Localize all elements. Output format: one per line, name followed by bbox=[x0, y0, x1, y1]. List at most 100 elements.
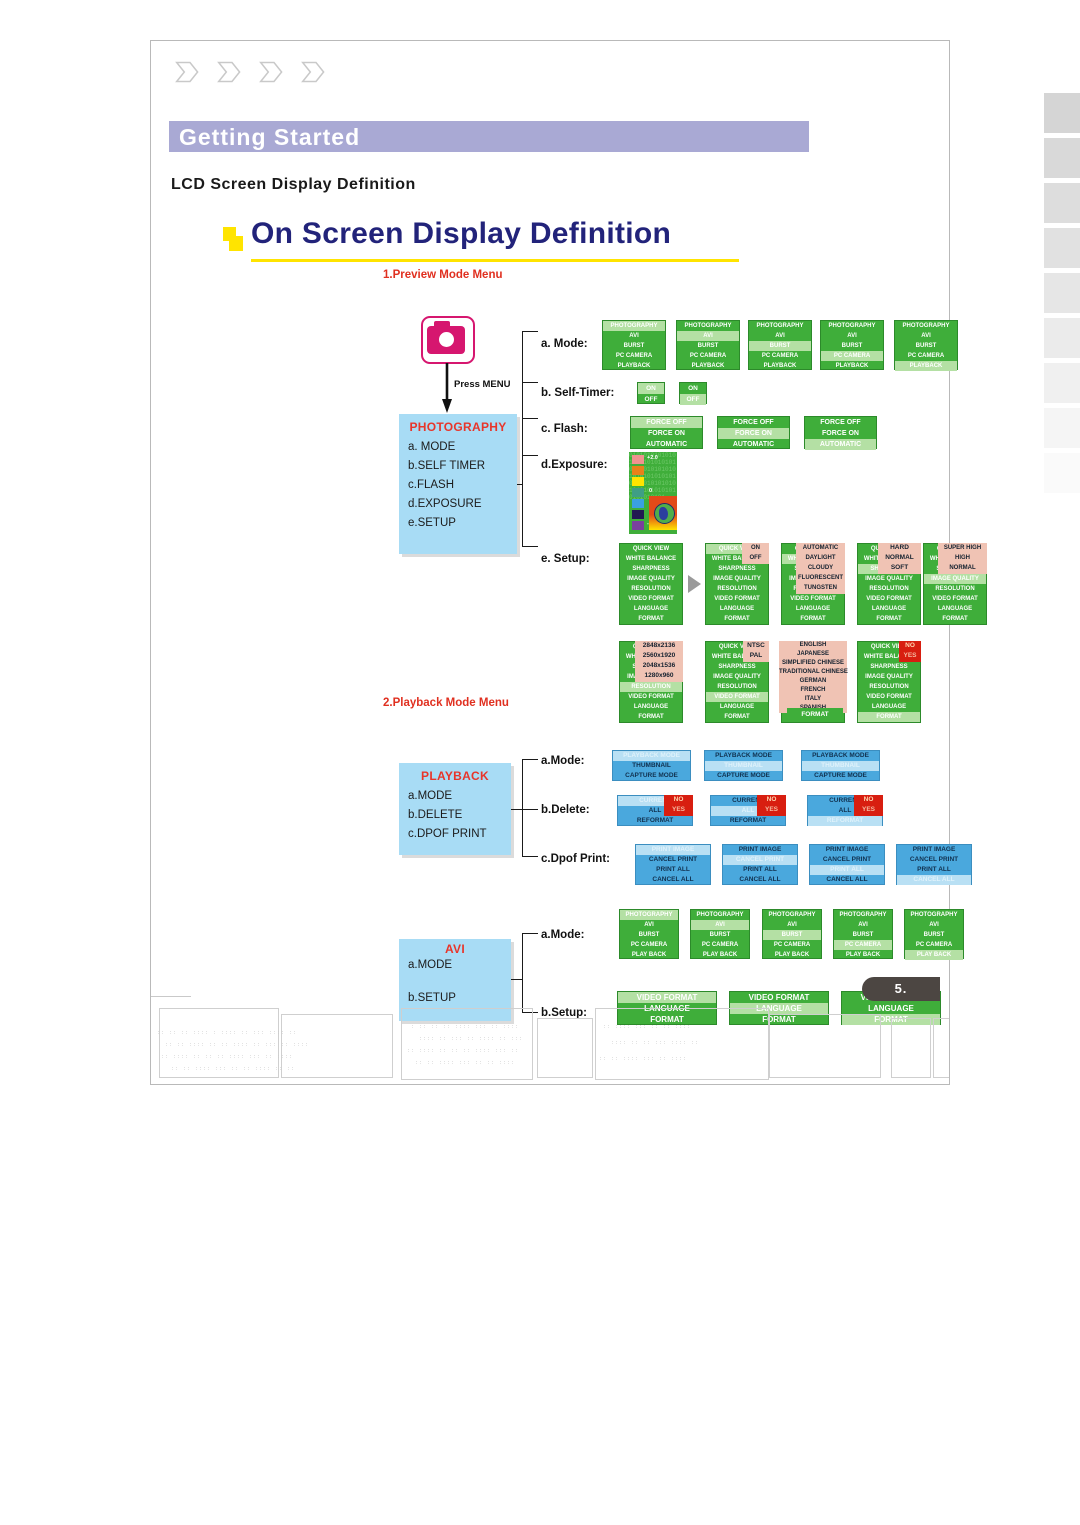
menu-item[interactable]: RESOLUTION bbox=[620, 584, 682, 594]
menu-item[interactable]: BURST bbox=[749, 341, 811, 351]
list-item[interactable]: d.EXPOSURE bbox=[408, 495, 517, 514]
side-tab[interactable] bbox=[1044, 408, 1080, 448]
menu-item[interactable]: AUTOMATIC bbox=[805, 439, 876, 450]
language-submenu[interactable]: ENGLISH JAPANESE SIMPLIFIED CHINESE TRAD… bbox=[779, 641, 848, 713]
menu-item[interactable]: TRADITIONAL CHINESE bbox=[779, 668, 848, 677]
menu-item[interactable]: SIMPLIFIED CHINESE bbox=[779, 659, 847, 668]
playback-mode-panel[interactable]: PLAYBACK MODE THUMBNAIL CAPTURE MODE bbox=[612, 750, 691, 781]
menu-item[interactable]: LANGUAGE bbox=[620, 604, 682, 614]
menu-item[interactable]: PC CAMERA bbox=[620, 940, 678, 950]
videoformat-submenu[interactable]: NTSC PAL bbox=[743, 641, 769, 662]
menu-item[interactable]: CANCEL PRINT bbox=[723, 855, 797, 865]
menu-item[interactable]: 2560x1920 bbox=[635, 651, 683, 661]
menu-item[interactable]: BURST bbox=[905, 930, 963, 940]
menu-item[interactable]: PC CAMERA bbox=[677, 351, 739, 361]
menu-item[interactable]: RESOLUTION bbox=[924, 584, 986, 594]
menu-item[interactable]: FORMAT bbox=[787, 708, 843, 721]
menu-item[interactable]: BURST bbox=[763, 930, 821, 940]
menu-item[interactable]: 2848x2136 bbox=[635, 641, 683, 651]
menu-item[interactable]: PHOTOGRAPHY bbox=[763, 910, 821, 920]
menu-item[interactable]: PLAYBACK bbox=[749, 361, 811, 371]
menu-item[interactable]: VIDEO FORMAT bbox=[620, 594, 682, 604]
menu-item[interactable]: PC CAMERA bbox=[821, 351, 883, 361]
menu-item[interactable]: LANGUAGE bbox=[858, 604, 920, 614]
menu-item[interactable]: NO bbox=[854, 795, 883, 805]
menu-item[interactable]: PLAY BACK bbox=[905, 950, 963, 960]
menu-item[interactable]: SHARPNESS bbox=[858, 662, 920, 672]
menu-item[interactable]: SHARPNESS bbox=[706, 564, 768, 574]
menu-item[interactable]: VIDEO FORMAT bbox=[706, 692, 768, 702]
menu-item[interactable]: ON bbox=[680, 383, 706, 394]
menu-item[interactable]: SHARPNESS bbox=[706, 662, 768, 672]
quickview-submenu[interactable]: ON OFF bbox=[742, 543, 769, 564]
menu-item[interactable]: SOFT bbox=[878, 563, 921, 573]
menu-item[interactable]: IMAGE QUALITY bbox=[706, 672, 768, 682]
dpof-panel[interactable]: PRINT IMAGE CANCEL PRINT PRINT ALL CANCE… bbox=[722, 844, 798, 885]
side-tab[interactable] bbox=[1044, 273, 1080, 313]
menu-item[interactable]: YES bbox=[899, 651, 921, 661]
menu-item[interactable]: IMAGE QUALITY bbox=[858, 672, 920, 682]
menu-item[interactable]: PC CAMERA bbox=[763, 940, 821, 950]
menu-item[interactable]: AVI bbox=[620, 920, 678, 930]
menu-item[interactable]: VIDEO FORMAT bbox=[620, 692, 682, 702]
menu-item[interactable]: REFORMAT bbox=[618, 816, 692, 826]
menu-item[interactable]: CANCEL PRINT bbox=[810, 855, 884, 865]
menu-item[interactable]: PRINT ALL bbox=[810, 865, 884, 875]
menu-item[interactable]: SUPER HIGH bbox=[938, 543, 987, 553]
menu-item[interactable]: PHOTOGRAPHY bbox=[603, 321, 665, 331]
menu-item[interactable]: LANGUAGE bbox=[924, 604, 986, 614]
menu-item[interactable]: CANCEL PRINT bbox=[897, 855, 971, 865]
menu-item[interactable]: SHARPNESS bbox=[620, 564, 682, 574]
menu-item[interactable]: RESOLUTION bbox=[706, 682, 768, 692]
mode-panel[interactable]: PHOTOGRAPHY AVI BURST PC CAMERA PLAYBACK bbox=[748, 320, 812, 370]
menu-item[interactable]: TUNGSTEN bbox=[796, 583, 845, 593]
menu-item[interactable]: PLAY BACK bbox=[691, 950, 749, 960]
menu-item[interactable]: CANCEL ALL bbox=[897, 875, 971, 885]
side-tab[interactable] bbox=[1044, 228, 1080, 268]
menu-item[interactable]: LANGUAGE bbox=[782, 604, 844, 614]
menu-item[interactable]: AUTOMATIC bbox=[718, 439, 789, 450]
delete-confirm-submenu[interactable]: NO YES bbox=[757, 795, 786, 816]
list-item[interactable]: b.DELETE bbox=[408, 806, 511, 825]
side-tab[interactable] bbox=[1044, 453, 1080, 493]
dpof-panel[interactable]: PRINT IMAGE CANCEL PRINT PRINT ALL CANCE… bbox=[809, 844, 885, 885]
menu-item[interactable]: JAPANESE bbox=[779, 650, 847, 659]
menu-item[interactable]: AVI bbox=[749, 331, 811, 341]
menu-item[interactable]: IMAGE QUALITY bbox=[858, 574, 920, 584]
exposure-panel[interactable]: 0101010101010101010101010101010101010101… bbox=[629, 452, 677, 534]
menu-item[interactable]: PLAYBACK bbox=[677, 361, 739, 371]
list-item[interactable]: c.FLASH bbox=[408, 476, 517, 495]
menu-item[interactable]: CLOUDY bbox=[796, 563, 845, 573]
menu-item[interactable]: YES bbox=[757, 805, 786, 815]
menu-item[interactable]: 1280x960 bbox=[635, 671, 683, 681]
menu-item[interactable]: PHOTOGRAPHY bbox=[821, 321, 883, 331]
menu-item[interactable]: YES bbox=[854, 805, 883, 815]
menu-item[interactable]: AUTOMATIC bbox=[796, 543, 845, 553]
menu-item[interactable]: REFORMAT bbox=[711, 816, 785, 826]
menu-item[interactable]: PRINT ALL bbox=[897, 865, 971, 875]
whitebalance-submenu[interactable]: AUTOMATIC DAYLIGHT CLOUDY FLUORESCENT TU… bbox=[796, 543, 845, 594]
menu-item[interactable]: PLAYBACK MODE bbox=[705, 751, 782, 761]
menu-item[interactable]: NORMAL bbox=[878, 553, 921, 563]
menu-item[interactable]: FORMAT bbox=[706, 614, 768, 624]
menu-item[interactable]: CANCEL PRINT bbox=[636, 855, 710, 865]
menu-item[interactable]: PHOTOGRAPHY bbox=[834, 910, 892, 920]
self-timer-panel[interactable]: ON OFF bbox=[637, 382, 665, 404]
menu-item[interactable]: GERMAN bbox=[779, 677, 847, 686]
menu-item[interactable]: FORCE ON bbox=[631, 428, 702, 439]
menu-item[interactable]: PHOTOGRAPHY bbox=[620, 910, 678, 920]
menu-item[interactable]: WHITE BALANCE bbox=[620, 554, 682, 564]
mode-panel[interactable]: PHOTOGRAPHY AVI BURST PC CAMERA PLAYBACK bbox=[820, 320, 884, 370]
menu-item[interactable]: PRINT IMAGE bbox=[897, 845, 971, 855]
list-item[interactable]: a.MODE bbox=[408, 787, 511, 806]
menu-item[interactable]: QUICK VIEW bbox=[620, 544, 682, 554]
menu-item[interactable]: FORMAT bbox=[706, 712, 768, 722]
menu-item[interactable]: CANCEL ALL bbox=[810, 875, 884, 885]
menu-item[interactable]: PRINT ALL bbox=[636, 865, 710, 875]
menu-item[interactable]: PHOTOGRAPHY bbox=[895, 321, 957, 331]
menu-item[interactable]: AVI bbox=[677, 331, 739, 341]
menu-item[interactable]: THUMBNAIL bbox=[802, 761, 879, 771]
flash-panel[interactable]: FORCE OFF FORCE ON AUTOMATIC bbox=[717, 416, 790, 449]
menu-item[interactable]: FRENCH bbox=[779, 686, 847, 695]
side-tab[interactable] bbox=[1044, 183, 1080, 223]
